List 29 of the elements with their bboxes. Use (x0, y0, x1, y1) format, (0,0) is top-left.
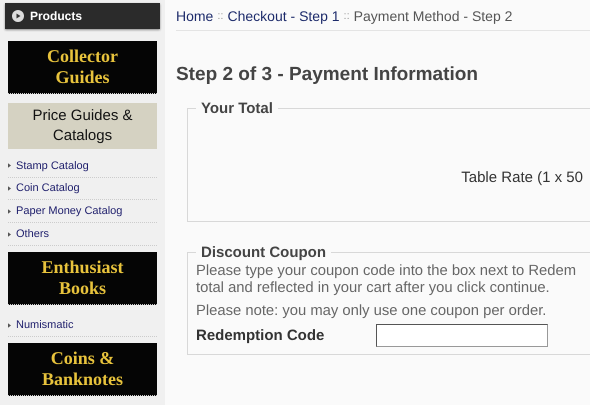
breadcrumb-separator: :: (217, 10, 224, 22)
bullet-icon (8, 232, 11, 237)
bullet-icon (8, 186, 11, 191)
bullet-icon (8, 163, 11, 168)
bullet-icon (8, 208, 11, 214)
shipping-rate-text: Table Rate (1 x 50 (461, 169, 583, 186)
coupon-instructions: Please type your coupon code into the box next to Redem total and reflected in your cart after you click continue. (196, 263, 578, 297)
products-header[interactable]: Products (5, 3, 160, 29)
breadcrumb-link[interactable]: Home (176, 8, 214, 24)
coupon-note: Please note: you may only use one coupon per order. (196, 303, 548, 319)
breadcrumb-current: Payment Method - Step 2 (354, 8, 512, 24)
sidebar-link[interactable]: Paper Money Catalog (16, 205, 122, 218)
sidebar-link[interactable]: Coin Catalog (16, 182, 80, 194)
category-banner[interactable]: Collector Guides (8, 40, 157, 94)
category-banner[interactable]: Enthusiast Books (8, 252, 157, 306)
field-label: Redemption Code (196, 327, 326, 344)
redemption-code-field[interactable] (376, 324, 548, 347)
sidebar-link[interactable]: Stamp Catalog (16, 160, 89, 172)
breadcrumb-link[interactable]: Checkout - Step 1 (227, 8, 340, 24)
sidebar-link[interactable]: Others (16, 228, 50, 240)
play-icon (12, 10, 24, 22)
panel-legend: Your Total (196, 100, 278, 117)
bullet-icon (8, 322, 11, 328)
category-header[interactable]: Price Guides & Catalogs (8, 102, 157, 149)
category-banner[interactable]: Coins & Banknotes (8, 342, 157, 396)
panel-legend: Discount Coupon (196, 244, 331, 261)
sidebar-link[interactable]: Numismatic (16, 319, 74, 332)
page-title: Step 2 of 3 - Payment Information (176, 64, 479, 86)
breadcrumb-separator: :: (344, 10, 350, 22)
